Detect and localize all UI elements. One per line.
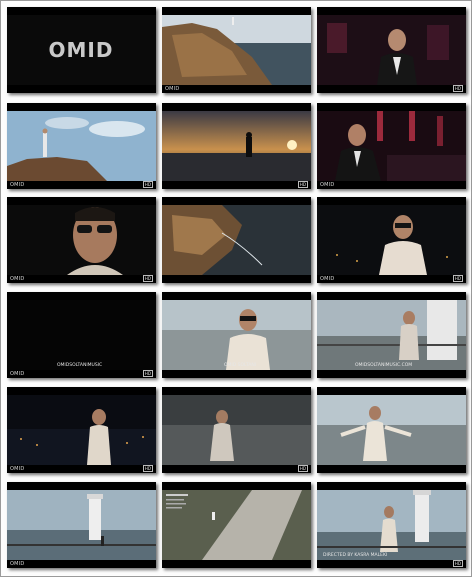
hd-badge: HD (452, 85, 463, 92)
rock-sea-scene (162, 15, 311, 85)
night-city-scene (7, 395, 156, 465)
thumbnail-figure-on-rock[interactable]: OMID HD (7, 103, 156, 189)
thumbnail-road-aerial-credits[interactable] (162, 482, 311, 568)
caption-credits: DIRECTED BY KASRA MALEKI (323, 553, 388, 558)
hd-badge: HD (452, 560, 463, 567)
thumbnail-singer-red-room-2[interactable]: OMID (317, 103, 466, 189)
watermark: OMID (320, 276, 335, 282)
watermark: OMID (320, 182, 335, 188)
singer-fog-scene (162, 395, 311, 465)
caption-website: OMIDSOLTANIMUSIC.COM (355, 363, 413, 368)
thumbnail-rock-sea[interactable]: OMID (162, 7, 311, 93)
watermark: OMID (10, 276, 25, 282)
hd-badge: HD (142, 181, 153, 188)
thumbnail-singer-red-room[interactable]: HD (317, 7, 466, 93)
thumbnail-dark[interactable]: OMIDSOLTANIMUSIC OMID HD (7, 292, 156, 378)
hd-badge: HD (142, 275, 153, 282)
caption-social: OMIDSOLTANIMUSIC (57, 363, 103, 368)
rocks-water-scene (162, 205, 311, 275)
logo-scene: OMID (7, 15, 156, 85)
thumbnail-lighthouse-pier[interactable]: OMID (7, 482, 156, 568)
thumbnail-logo[interactable]: OMID (7, 7, 156, 93)
hd-badge: HD (297, 181, 308, 188)
closeup-scene (7, 205, 156, 275)
hd-badge: HD (142, 370, 153, 377)
thumbnail-singer-arms-open[interactable] (317, 387, 466, 473)
thumbnail-sunset-silhouette[interactable]: HD (162, 103, 311, 189)
figure-rock-scene (7, 111, 156, 181)
arms-open-scene (317, 395, 466, 465)
hd-badge: HD (142, 465, 153, 472)
omid-logo-icon: OMID (49, 38, 114, 62)
thumbnail-singer-night[interactable]: OMID HD (317, 197, 466, 283)
singer-city-scene (162, 300, 311, 370)
watermark: OMID (10, 182, 25, 188)
thumbnail-singer-city[interactable]: OMID SOLTANI (162, 292, 311, 378)
road-aerial-scene (162, 490, 311, 560)
sunset-scene (162, 111, 311, 181)
lighthouse-singer-scene (317, 490, 466, 560)
singer-night-scene (317, 205, 466, 275)
logo-text: OMID (49, 38, 114, 62)
watermark: OMID (10, 561, 25, 567)
watermark: OMID (10, 371, 25, 377)
thumbnail-rocks-water-aerial[interactable] (162, 197, 311, 283)
caption-artist: OMID SOLTANI (224, 363, 257, 368)
thumbnail-lighthouse-singer[interactable]: DIRECTED BY KASRA MALEKI HD (317, 482, 466, 568)
hd-badge: HD (297, 465, 308, 472)
red-room-2-scene (317, 111, 466, 181)
singer-railing-scene (317, 300, 466, 370)
red-room-scene (317, 15, 466, 85)
hd-badge: HD (452, 275, 463, 282)
thumbnail-singer-fog[interactable]: HD (162, 387, 311, 473)
thumbnail-singer-railing[interactable]: OMIDSOLTANIMUSIC.COM (317, 292, 466, 378)
watermark: OMID (10, 466, 25, 472)
watermark: OMID (165, 86, 180, 92)
lighthouse-pier-scene (7, 490, 156, 560)
dark-scene (7, 300, 156, 370)
thumbnail-closeup-sunglasses[interactable]: OMID HD (7, 197, 156, 283)
thumbnail-night-city-singer[interactable]: OMID HD (7, 387, 156, 473)
